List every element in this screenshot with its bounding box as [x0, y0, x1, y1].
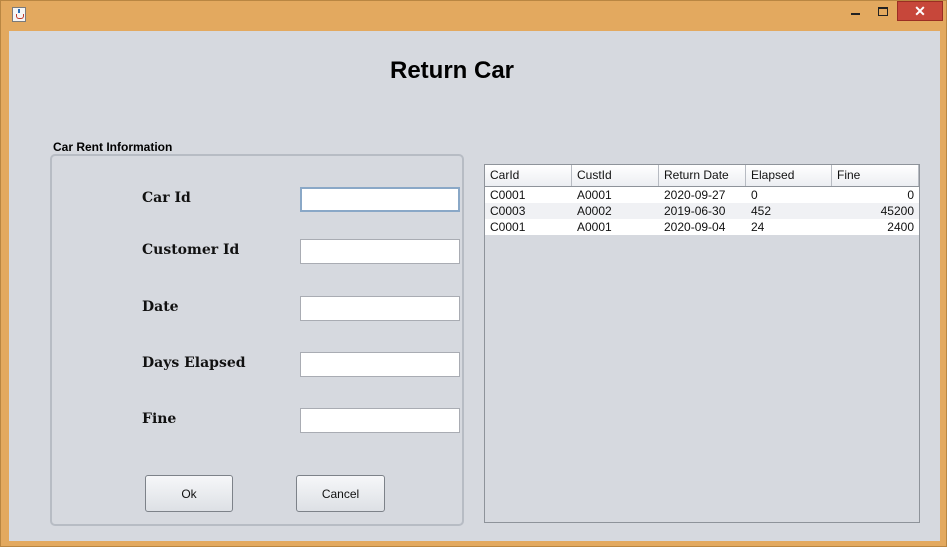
- page-title: Return Car: [389, 57, 515, 84]
- cell-carid: C0003: [490, 204, 526, 218]
- panel-caption: Car Rent Information: [53, 140, 173, 154]
- car-id-input[interactable]: [300, 187, 460, 212]
- close-button[interactable]: ✕: [897, 1, 943, 21]
- title-bar[interactable]: ✕: [1, 1, 947, 27]
- cell-elapsed: 452: [751, 204, 772, 218]
- minimize-button[interactable]: [841, 1, 869, 21]
- days-elapsed-label: Days Elapsed: [142, 355, 246, 371]
- cell-carid: C0001: [490, 188, 526, 202]
- table-header: CarId CustId Return Date Elapsed Fine: [485, 165, 919, 187]
- cell-return-date: 2019-06-30: [664, 204, 726, 218]
- cell-return-date: 2020-09-04: [664, 220, 726, 234]
- cell-custid: A0001: [577, 188, 612, 202]
- column-header-carid[interactable]: CarId: [485, 165, 572, 186]
- date-label: Date: [142, 299, 179, 315]
- customer-id-label: Customer Id: [142, 242, 240, 258]
- column-header-fine[interactable]: Fine: [832, 165, 919, 186]
- return-records-table[interactable]: CarId CustId Return Date Elapsed Fine C0…: [484, 164, 920, 523]
- minimize-icon: [850, 13, 860, 15]
- cell-elapsed: 0: [751, 188, 758, 202]
- cancel-button[interactable]: Cancel: [296, 475, 385, 512]
- table-row[interactable]: C0001 A0001 2020-09-27 0 0: [485, 187, 919, 203]
- column-header-return-date[interactable]: Return Date: [659, 165, 746, 186]
- car-id-label: Car Id: [142, 190, 191, 206]
- window-frame: ✕ Return Car Car Rent Information Car Id…: [0, 0, 947, 547]
- java-app-icon: [12, 7, 26, 22]
- cell-carid: C0001: [490, 220, 526, 234]
- car-rent-info-panel: Car Id Customer Id Date Days Elapsed Fin…: [50, 154, 464, 526]
- table-row[interactable]: C0003 A0002 2019-06-30 452 45200: [485, 203, 919, 219]
- maximize-icon: [878, 6, 888, 16]
- cell-elapsed: 24: [751, 220, 765, 234]
- client-area: Return Car Car Rent Information Car Id C…: [9, 31, 940, 541]
- column-header-elapsed[interactable]: Elapsed: [746, 165, 832, 186]
- close-icon: ✕: [914, 2, 926, 19]
- cell-return-date: 2020-09-27: [664, 188, 726, 202]
- days-elapsed-input[interactable]: [300, 352, 460, 377]
- fine-input[interactable]: [300, 408, 460, 433]
- cell-fine: 45200: [880, 204, 914, 218]
- cell-custid: A0002: [577, 204, 612, 218]
- cell-custid: A0001: [577, 220, 612, 234]
- table-row[interactable]: C0001 A0001 2020-09-04 24 2400: [485, 219, 919, 235]
- maximize-button[interactable]: [870, 1, 896, 21]
- fine-label: Fine: [142, 411, 177, 427]
- ok-button[interactable]: Ok: [145, 475, 233, 512]
- customer-id-input[interactable]: [300, 239, 460, 264]
- date-input[interactable]: [300, 296, 460, 321]
- cell-fine: 0: [907, 188, 914, 202]
- column-header-custid[interactable]: CustId: [572, 165, 659, 186]
- cell-fine: 2400: [887, 220, 914, 234]
